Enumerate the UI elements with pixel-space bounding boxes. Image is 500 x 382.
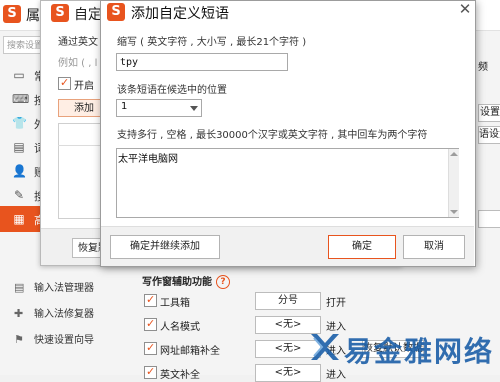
scroll-down-icon[interactable]: [450, 210, 458, 214]
help-icon[interactable]: ?: [216, 275, 230, 289]
assist-checkbox[interactable]: [144, 365, 157, 379]
enable-label: 开启: [74, 81, 94, 92]
assist-label: 人名模式: [160, 322, 200, 333]
shirt-icon: 👕: [12, 116, 27, 130]
phrase-settings-button[interactable]: 语设置: [478, 126, 500, 144]
phrase-scrollbar[interactable]: [448, 149, 459, 217]
abbreviation-input[interactable]: [116, 53, 288, 71]
advanced-icon: ▦: [13, 212, 25, 226]
assist-checkbox[interactable]: [144, 317, 157, 331]
flag-icon: ⚑: [14, 333, 24, 346]
assist-heading-text: 写作窗辅助功能: [142, 277, 212, 288]
bottom-link[interactable]: ⚑ 快速设置向导: [14, 331, 94, 347]
dialog-title: 添加自定义短语: [131, 6, 229, 22]
sogou-logo-icon: S: [51, 4, 69, 22]
ok-button[interactable]: 确定: [328, 235, 396, 259]
custom-phrase-description: 通过英文: [58, 37, 98, 48]
bottom-link-label: 输入法修复器: [34, 309, 94, 320]
assist-heading: 写作窗辅助功能?: [142, 273, 230, 289]
assist-row: 工具箱 分号打开: [144, 292, 500, 310]
assist-checkbox[interactable]: [144, 341, 157, 355]
sogou-logo-icon: S: [3, 5, 21, 23]
cancel-button[interactable]: 取消: [403, 235, 465, 259]
close-icon[interactable]: ✕: [455, 0, 475, 19]
position-select[interactable]: 1: [116, 99, 202, 117]
position-value: 1: [121, 101, 128, 112]
settings-title: 属: [26, 8, 40, 24]
custom-phrase-example: 例如 ( , l: [58, 58, 98, 69]
assist-label: 网址邮箱补全: [160, 346, 220, 357]
hotkey-button[interactable]: 分号: [255, 292, 321, 310]
user-icon: 👤: [12, 164, 27, 178]
settings-button[interactable]: 设置: [478, 104, 500, 122]
bottom-link[interactable]: ✚ 输入法修复器: [14, 305, 94, 321]
chevron-down-icon: [190, 106, 198, 111]
bottom-link[interactable]: ▤ 输入法管理器: [14, 279, 94, 295]
assist-checkbox[interactable]: [144, 293, 157, 307]
phrase-text: 太平洋电脑网: [118, 154, 178, 165]
clipped-button[interactable]: [478, 210, 500, 228]
sogou-logo-icon: S: [107, 3, 125, 21]
assist-label: 工具箱: [160, 298, 190, 309]
bottom-link-label: 快速设置向导: [34, 335, 94, 346]
repair-icon: ✚: [14, 307, 24, 320]
watermark-text: 易金雅网络: [344, 335, 495, 368]
custom-phrase-title: 自定: [74, 7, 102, 23]
manager-icon: ▤: [14, 281, 25, 294]
monitor-icon: ▭: [13, 68, 25, 82]
enable-checkbox[interactable]: [58, 76, 71, 90]
phrase-content-label: 支持多行 , 空格 , 最长30000个汉字或英文字符 , 其中回车为两个字符: [117, 130, 428, 141]
position-label: 该条短语在候选中的位置: [117, 85, 227, 96]
assist-label: 英文补全: [160, 370, 200, 381]
keyboard-icon: ⌨: [12, 92, 30, 106]
assist-action: 进入: [326, 370, 346, 381]
frequency-label: 频: [478, 62, 488, 73]
scroll-up-icon[interactable]: [450, 152, 458, 156]
magic-icon: ✎: [13, 188, 25, 202]
confirm-and-continue-button[interactable]: 确定并继续添加: [110, 235, 220, 259]
watermark-logo-icon: [311, 334, 339, 360]
assist-action: 打开: [326, 298, 346, 309]
abbreviation-label: 缩写 ( 英文字符 , 大小写 , 最长21个字符 ): [117, 37, 307, 48]
bottom-link-label: 输入法管理器: [34, 283, 94, 294]
book-icon: ▤: [13, 140, 25, 154]
hotkey-button[interactable]: <无>: [255, 364, 321, 382]
